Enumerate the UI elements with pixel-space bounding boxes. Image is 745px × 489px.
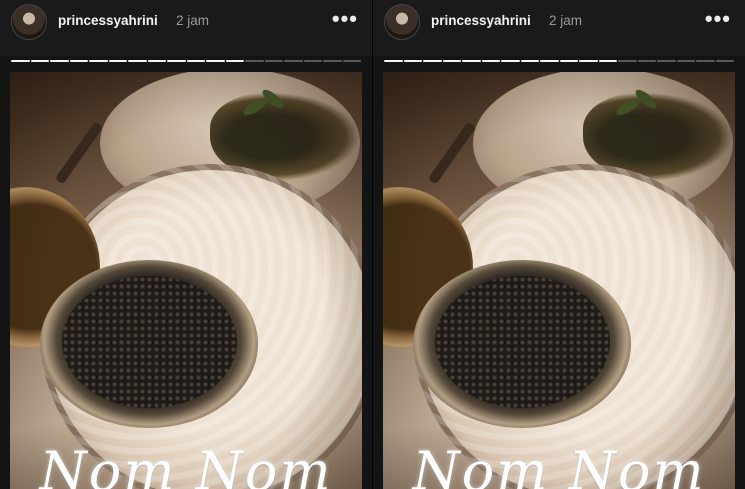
story-photo: Nom Nom	[10, 72, 362, 489]
progress-segment	[108, 60, 127, 62]
progress-segment	[462, 60, 481, 62]
progress-segment	[264, 60, 283, 62]
username[interactable]: princessyahrini	[431, 13, 531, 28]
progress-segment	[598, 60, 617, 62]
progress-segment	[50, 60, 69, 62]
progress-segment	[540, 60, 559, 62]
username[interactable]: princessyahrini	[58, 13, 158, 28]
story-panel-left[interactable]: princessyahrini 2 jam ••• Nom Nom	[0, 0, 372, 489]
progress-segment	[147, 60, 166, 62]
progress-segment	[69, 60, 88, 62]
progress-segment	[579, 60, 598, 62]
progress-segment	[501, 60, 520, 62]
story-panel-right[interactable]: princessyahrini 2 jam ••• Nom Nom	[373, 0, 745, 489]
post-time: 2 jam	[549, 13, 583, 28]
progress-segment	[303, 60, 322, 62]
more-horizontal-icon[interactable]: •••	[705, 6, 731, 32]
progress-segment	[520, 60, 539, 62]
progress-segment	[167, 60, 186, 62]
progress-segment	[559, 60, 578, 62]
progress-segment	[89, 60, 108, 62]
more-horizontal-icon[interactable]: •••	[332, 6, 358, 32]
progress-segment	[637, 60, 656, 62]
story-progress-bar	[11, 60, 361, 63]
progress-segment	[128, 60, 147, 62]
progress-segment	[481, 60, 500, 62]
progress-segment	[618, 60, 637, 62]
progress-segment	[384, 60, 403, 62]
progress-segment	[676, 60, 695, 62]
progress-segment	[323, 60, 342, 62]
story-header: princessyahrini 2 jam •••	[0, 0, 372, 56]
progress-segment	[403, 60, 422, 62]
story-header: princessyahrini 2 jam •••	[373, 0, 745, 56]
progress-segment	[225, 60, 244, 62]
story-photo: Nom Nom	[383, 72, 735, 489]
post-time: 2 jam	[176, 13, 210, 28]
story-caption: Nom Nom	[412, 440, 706, 489]
progress-segment	[715, 60, 734, 62]
progress-segment	[342, 60, 361, 62]
progress-segment	[186, 60, 205, 62]
avatar[interactable]	[11, 4, 47, 40]
progress-segment	[206, 60, 225, 62]
progress-segment	[11, 60, 30, 62]
progress-segment	[245, 60, 264, 62]
progress-segment	[442, 60, 461, 62]
story-progress-bar	[384, 60, 734, 63]
progress-segment	[696, 60, 715, 62]
progress-segment	[423, 60, 442, 62]
progress-segment	[657, 60, 676, 62]
avatar[interactable]	[384, 4, 420, 40]
progress-segment	[30, 60, 49, 62]
progress-segment	[284, 60, 303, 62]
story-caption: Nom Nom	[39, 440, 333, 489]
